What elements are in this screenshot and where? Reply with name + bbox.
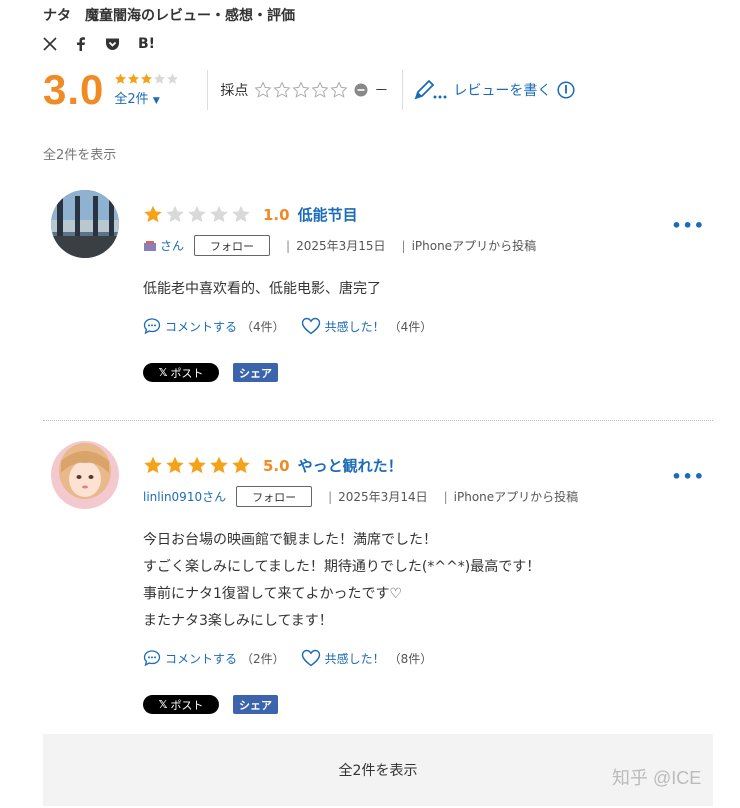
- x-icon[interactable]: [43, 37, 57, 51]
- clear-score-icon[interactable]: [354, 83, 368, 97]
- star-icon: [141, 73, 153, 84]
- review-source: iPhoneアプリから投稿: [453, 490, 579, 504]
- star-icon: [128, 73, 140, 84]
- reviewer-name[interactable]: さん: [160, 237, 184, 254]
- facebook-icon[interactable]: [75, 37, 87, 51]
- review-title[interactable]: 低能节目: [298, 204, 358, 225]
- my-score: 採点 －: [220, 80, 388, 100]
- x-icon: 𝕏: [158, 366, 168, 379]
- comment-button[interactable]: コメントする （2件）: [143, 649, 285, 667]
- avatar[interactable]: [51, 441, 119, 509]
- follow-button[interactable]: フォロー: [194, 235, 271, 256]
- star-outline-icon[interactable]: [292, 81, 311, 99]
- star-icon: [166, 456, 184, 474]
- rating-summary: 3.0 全2件 ▼ 採点 － レビューを書く: [43, 62, 575, 118]
- reviewer-name[interactable]: linlin0910さん: [143, 488, 226, 505]
- info-icon[interactable]: [557, 81, 575, 99]
- star-icon: [144, 456, 162, 474]
- more-options-icon[interactable]: •••: [671, 467, 705, 486]
- caret-down-icon: ▼: [152, 96, 160, 106]
- heart-icon: [301, 649, 320, 667]
- divider: [43, 420, 713, 421]
- review-score: 5.0: [263, 456, 290, 475]
- comment-button[interactable]: コメントする （4件）: [143, 317, 285, 335]
- show-all-count: 全2件を表示: [43, 148, 117, 163]
- review-date: 2025年3月14日: [338, 490, 428, 504]
- facebook-share-button[interactable]: シェア: [233, 363, 278, 382]
- follow-button[interactable]: フォロー: [236, 486, 313, 507]
- star-icon: [188, 456, 206, 474]
- heart-icon: [301, 317, 320, 335]
- star-outline-icon[interactable]: [311, 81, 330, 99]
- review-source: iPhoneアプリから投稿: [411, 239, 537, 253]
- star-icon: [232, 456, 250, 474]
- star-icon: [210, 456, 228, 474]
- review-score: 1.0: [263, 205, 290, 224]
- share-icons: B!: [43, 36, 155, 52]
- like-button[interactable]: 共感した！ （8件）: [301, 649, 432, 667]
- star-icon: [232, 205, 250, 223]
- star-outline-icon[interactable]: [330, 81, 349, 99]
- saiten-label: 採点: [220, 83, 249, 99]
- review-date: 2025年3月15日: [296, 239, 386, 253]
- review-text: 今日お台場の映画館で観ました！満席でした！ すごく楽しみにしてました！期待通りで…: [143, 532, 541, 629]
- avatar[interactable]: [51, 190, 119, 258]
- comment-icon: [143, 650, 161, 667]
- divider: [207, 70, 209, 110]
- divider: [402, 70, 404, 110]
- review-stars: [143, 456, 251, 475]
- star-icon: [188, 205, 206, 223]
- star-icon: [115, 73, 127, 84]
- x-icon: 𝕏: [158, 698, 168, 711]
- review-stars: [143, 205, 251, 224]
- average-stars: [114, 73, 179, 85]
- average-score: 3.0: [43, 66, 105, 113]
- star-icon: [154, 73, 166, 84]
- pocket-icon[interactable]: [105, 37, 120, 51]
- score-value: －: [374, 83, 389, 99]
- page-title: ナタ 魔童闇海のレビュー・感想・評価: [43, 8, 295, 24]
- user-mini-icon: [144, 240, 156, 251]
- star-outline-icon[interactable]: [254, 81, 273, 99]
- facebook-share-button[interactable]: シェア: [233, 695, 278, 714]
- more-options-icon[interactable]: •••: [671, 216, 705, 235]
- hatena-bookmark-icon[interactable]: B!: [138, 36, 155, 52]
- star-icon: [167, 73, 179, 84]
- review-card: 5.0 やっと観れた！ ••• linlin0910さん フォロー | 2025…: [43, 441, 713, 726]
- write-review-label: レビューを書く: [453, 83, 552, 99]
- star-icon: [210, 205, 228, 223]
- pen-icon: [414, 79, 447, 100]
- review-title[interactable]: やっと観れた！: [298, 455, 403, 476]
- x-post-button[interactable]: 𝕏 ポスト: [143, 695, 219, 714]
- star-icon: [144, 205, 162, 223]
- star-outline-icon[interactable]: [273, 81, 292, 99]
- x-post-button[interactable]: 𝕏 ポスト: [143, 363, 219, 382]
- score-input-stars[interactable]: [254, 81, 349, 99]
- review-count-dropdown[interactable]: 全2件 ▼: [114, 88, 179, 107]
- like-button[interactable]: 共感した！ （4件）: [301, 317, 432, 335]
- star-icon: [166, 205, 184, 223]
- review-card: 1.0 低能节目 ••• さん フォロー | 2025年3月15日 | iPho…: [43, 190, 713, 400]
- review-text: 低能老中喜欢看的、低能电影、唐完了: [143, 281, 381, 297]
- watermark: 知乎 @ICE: [612, 768, 702, 788]
- write-review-button[interactable]: レビューを書く: [413, 79, 575, 101]
- comment-icon: [143, 318, 161, 335]
